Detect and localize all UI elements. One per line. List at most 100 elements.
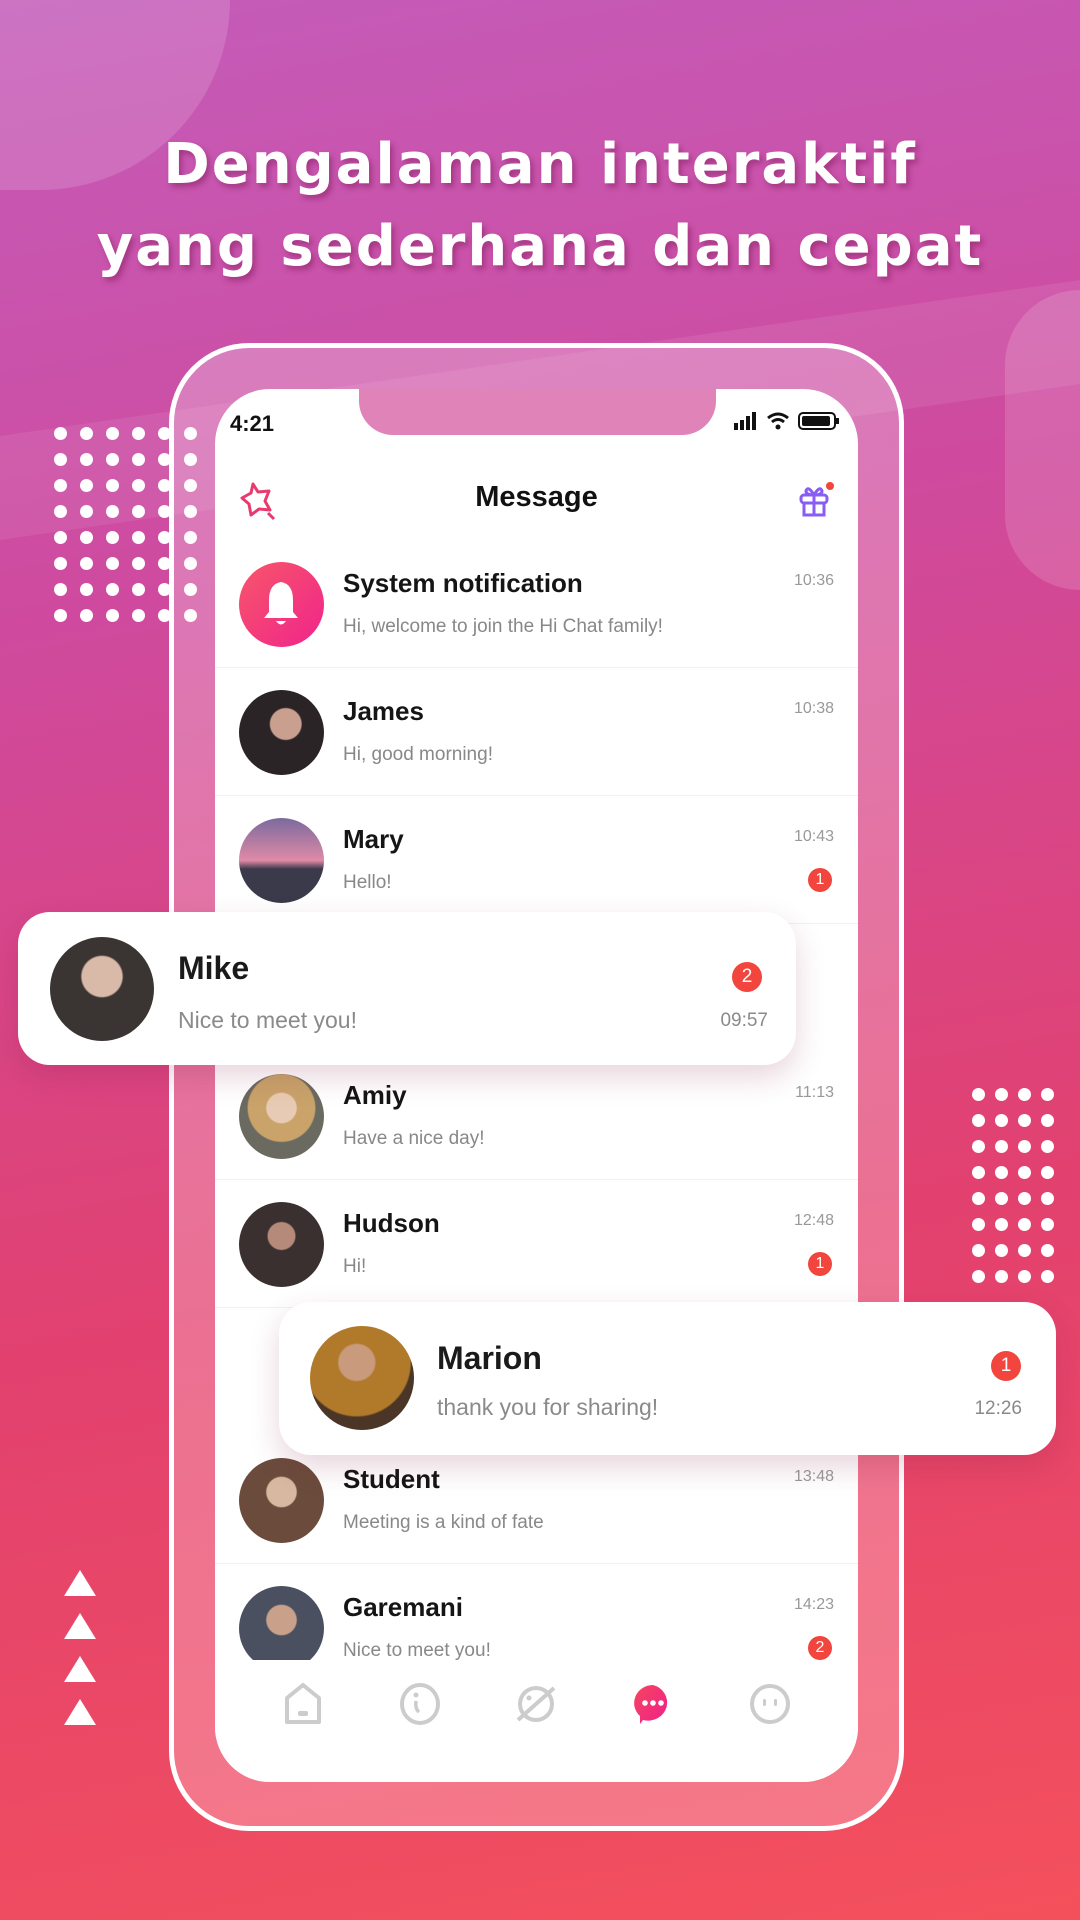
message-preview: Have a nice day!	[343, 1128, 485, 1149]
home-icon[interactable]	[281, 1682, 325, 1726]
dot	[132, 609, 145, 622]
dot	[80, 609, 93, 622]
avatar	[239, 1586, 324, 1660]
profile-icon[interactable]	[748, 1682, 792, 1726]
info-icon[interactable]	[398, 1682, 442, 1726]
dot	[972, 1114, 985, 1127]
message-time: 14:23	[793, 1596, 834, 1613]
message-preview: Hi, welcome to join the Hi Chat family!	[343, 616, 663, 637]
dot	[54, 427, 67, 440]
bell-icon	[264, 582, 298, 625]
dot	[54, 505, 67, 518]
dot	[54, 479, 67, 492]
dot	[1041, 1270, 1054, 1283]
dot	[132, 531, 145, 544]
message-preview: Hi!	[343, 1256, 367, 1277]
triangle-decor	[64, 1656, 96, 1682]
dot	[54, 557, 67, 570]
dot	[1018, 1218, 1031, 1231]
dot	[995, 1088, 1008, 1101]
contact-name: Amiy	[343, 1080, 407, 1110]
dot	[1041, 1114, 1054, 1127]
dot	[132, 453, 145, 466]
message-preview: Nice to meet you!	[178, 1007, 357, 1033]
dot	[972, 1244, 985, 1257]
contact-name: Mary	[343, 824, 404, 854]
headline-line1: Dengalaman interaktif	[163, 132, 917, 197]
triangle-decor	[64, 1699, 96, 1725]
avatar	[239, 1458, 324, 1543]
phone-screen: 4:21 Message System notification Hi, welc…	[215, 389, 858, 1782]
list-item[interactable]: James Hi, good morning! 10:38	[215, 668, 858, 796]
signal-icon	[734, 412, 756, 430]
dot	[106, 583, 119, 596]
dot	[1018, 1244, 1031, 1257]
list-item[interactable]: Amiy Have a nice day! 11:13	[215, 1052, 858, 1180]
dot	[1018, 1140, 1031, 1153]
dot	[972, 1218, 985, 1231]
dot	[106, 427, 119, 440]
dot	[995, 1270, 1008, 1283]
unread-badge: 2	[808, 1636, 832, 1660]
dot	[1018, 1192, 1031, 1205]
message-time: 10:38	[793, 700, 834, 717]
dot	[995, 1166, 1008, 1179]
dot	[1018, 1088, 1031, 1101]
dot	[972, 1192, 985, 1205]
dot	[995, 1244, 1008, 1257]
status-icons	[734, 411, 840, 431]
dot	[1041, 1218, 1054, 1231]
dot	[1018, 1270, 1031, 1283]
avatar	[239, 818, 324, 903]
dot	[995, 1114, 1008, 1127]
chat-card-mike[interactable]: Mike Nice to meet you! 2 09:57	[18, 912, 796, 1065]
list-item[interactable]: Mary Hello! 10:43 1	[215, 796, 858, 924]
message-list[interactable]: System notification Hi, welcome to join t…	[215, 540, 858, 1660]
dot	[995, 1192, 1008, 1205]
dot	[80, 427, 93, 440]
dot	[106, 453, 119, 466]
dot	[80, 453, 93, 466]
list-item[interactable]: Garemani Nice to meet you! 14:23 2	[215, 1564, 858, 1660]
list-item[interactable]: Hudson Hi! 12:48 1	[215, 1180, 858, 1308]
message-preview: Nice to meet you!	[343, 1640, 491, 1660]
dot	[106, 609, 119, 622]
message-time: 13:48	[793, 1468, 834, 1485]
planet-icon[interactable]	[514, 1682, 558, 1726]
notch	[359, 389, 716, 435]
dot	[54, 583, 67, 596]
triangle-decor	[64, 1570, 96, 1596]
contact-name: Marion	[437, 1340, 542, 1376]
dot	[972, 1166, 985, 1179]
message-preview: Hi, good morning!	[343, 744, 493, 765]
chat-icon[interactable]	[631, 1682, 675, 1726]
dot	[80, 479, 93, 492]
avatar	[310, 1326, 414, 1430]
dot	[80, 583, 93, 596]
bottom-nav	[215, 1660, 858, 1782]
contact-name: Student	[343, 1464, 440, 1494]
contact-name: Garemani	[343, 1592, 463, 1622]
dot	[132, 505, 145, 518]
dot	[106, 479, 119, 492]
unread-badge: 1	[808, 868, 832, 892]
status-time: 4:21	[230, 411, 275, 436]
message-time: 10:36	[793, 572, 834, 589]
dot-pattern	[972, 1088, 1064, 1283]
dot	[1041, 1140, 1054, 1153]
dot	[80, 505, 93, 518]
dot	[80, 557, 93, 570]
dot	[972, 1140, 985, 1153]
chat-card-marion[interactable]: Marion thank you for sharing! 1 12:26	[279, 1302, 1056, 1455]
contact-name: Hudson	[343, 1208, 440, 1238]
wifi-icon	[767, 412, 789, 430]
list-item[interactable]: System notification Hi, welcome to join t…	[215, 540, 858, 668]
list-item[interactable]: Student Meeting is a kind of fate 13:48	[215, 1436, 858, 1564]
message-time: 09:57	[720, 1010, 768, 1031]
gift-icon[interactable]	[796, 481, 834, 529]
message-time: 12:26	[974, 1398, 1022, 1419]
contact-name: Mike	[178, 950, 250, 986]
contact-name: System notification	[343, 568, 583, 598]
dot	[54, 609, 67, 622]
dot	[995, 1218, 1008, 1231]
